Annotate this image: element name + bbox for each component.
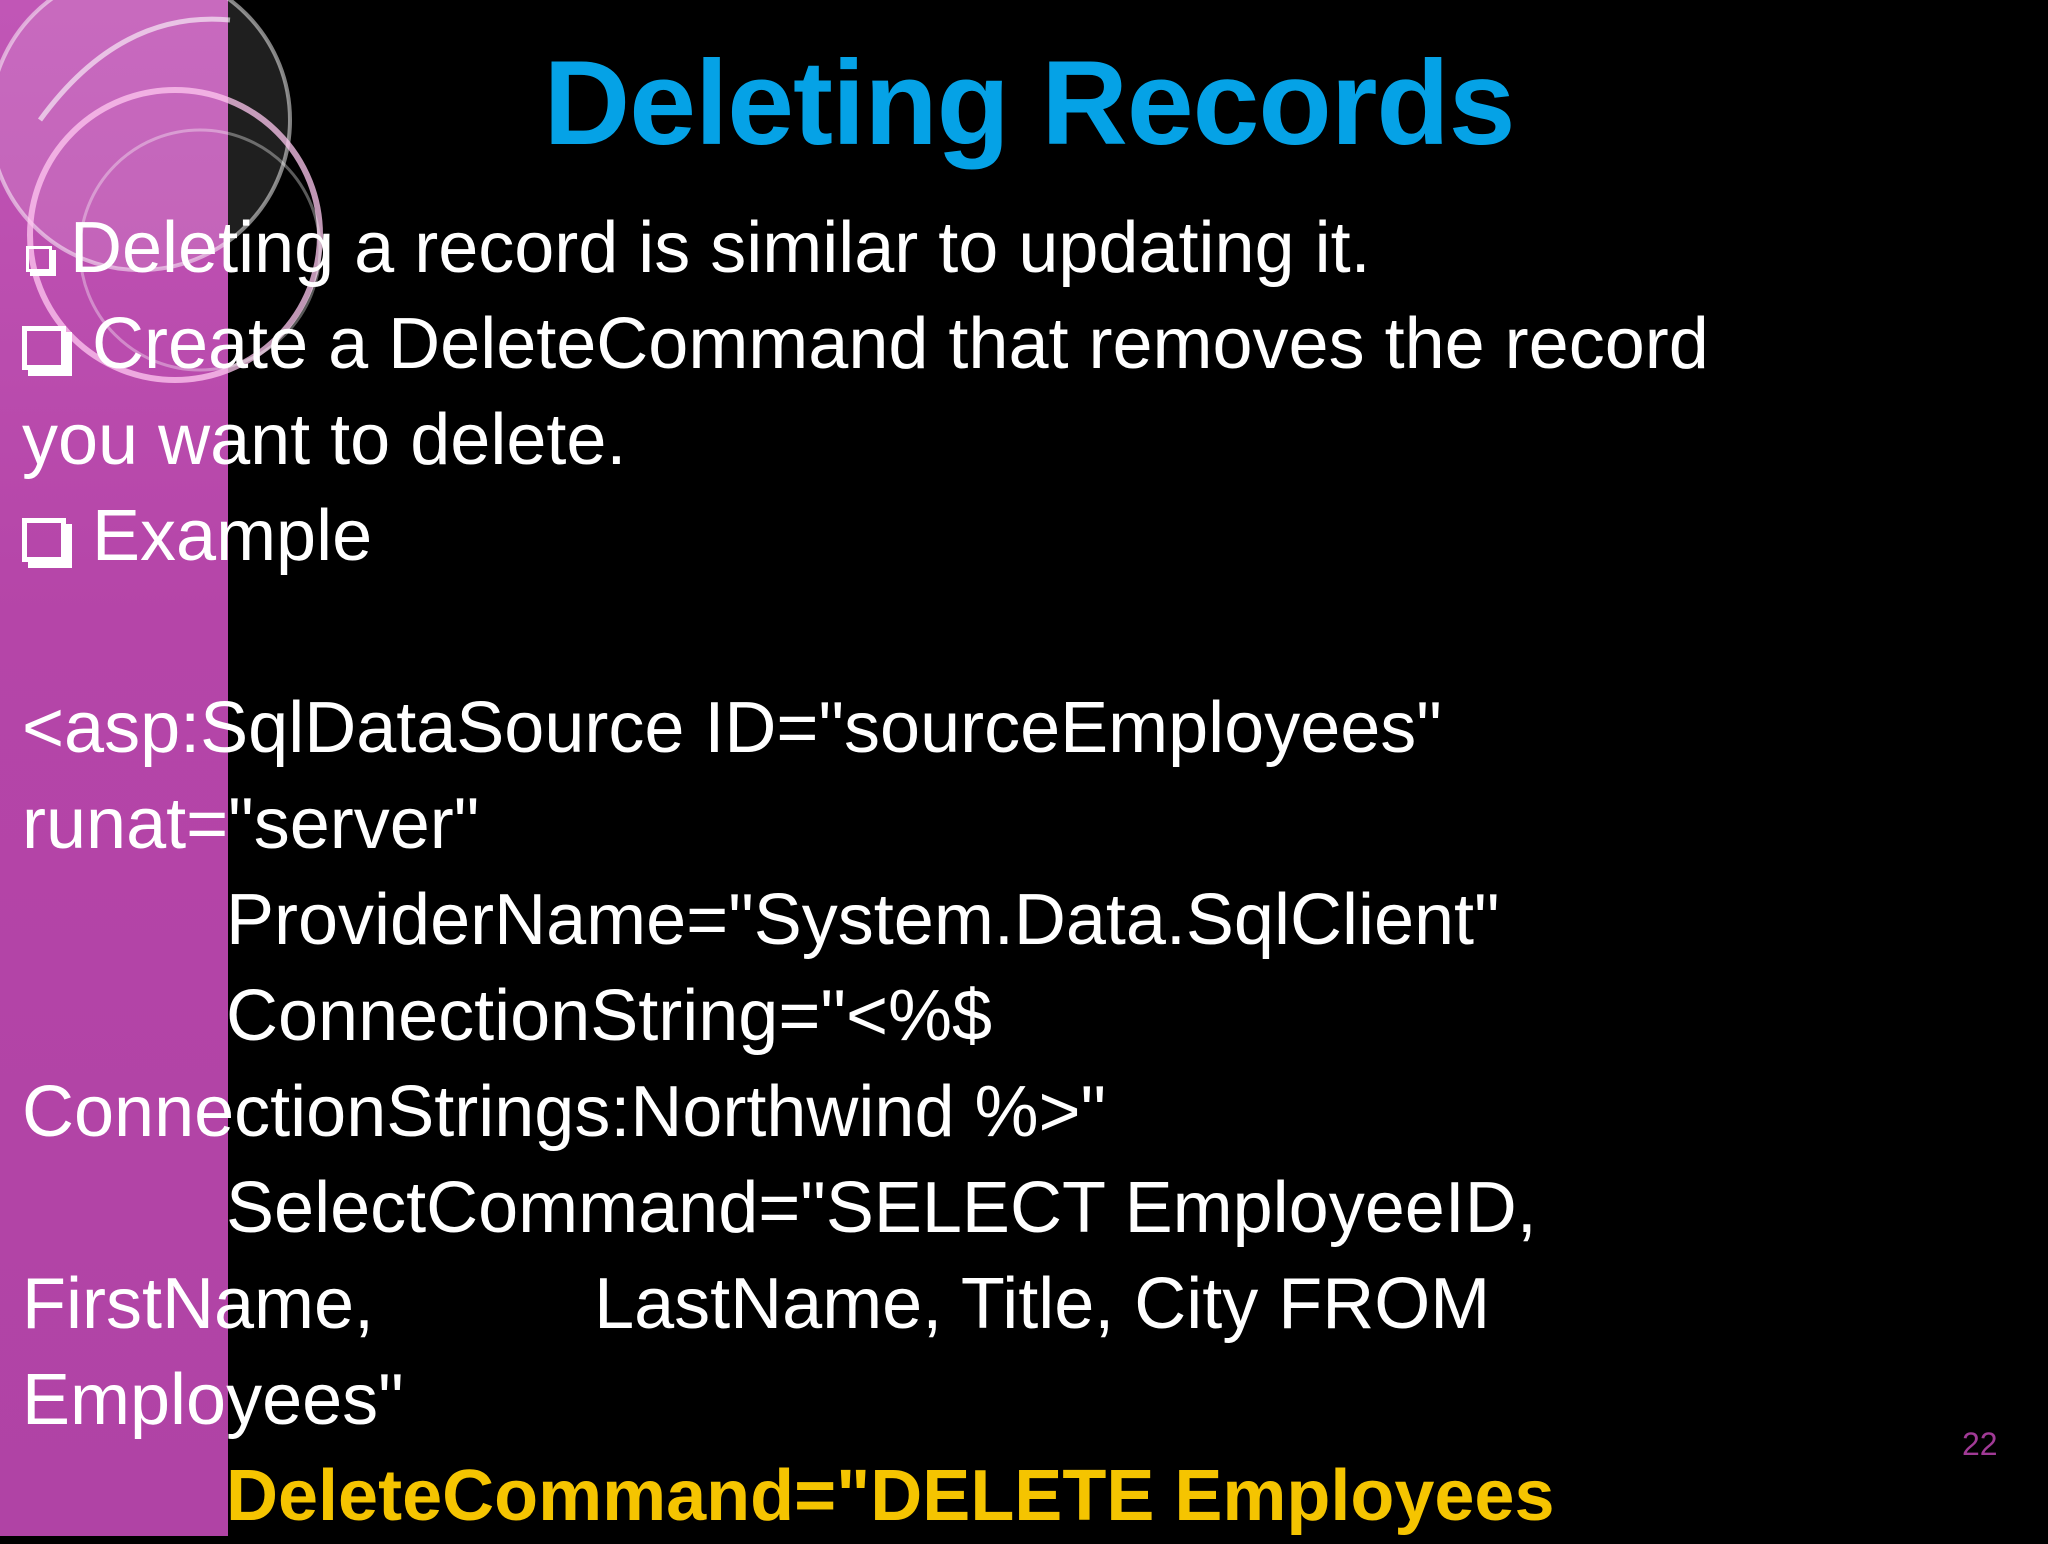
code-line: ConnectionStrings:Northwind %>" bbox=[22, 1072, 1107, 1152]
checkbox-bullet-icon bbox=[22, 518, 66, 562]
page-number: 22 bbox=[1962, 1426, 1998, 1462]
checkbox-bullet-icon bbox=[22, 326, 66, 370]
code-line-highlighted: DeleteCommand="DELETE Employees bbox=[226, 1456, 1555, 1536]
checkbox-bullet-icon bbox=[26, 246, 52, 272]
bullet-item: Deleting a record is similar to updating… bbox=[22, 200, 1982, 296]
bullet-item: Example bbox=[22, 488, 1982, 584]
bullet-continuation: you want to delete. bbox=[22, 400, 627, 480]
code-line: runat="server" bbox=[22, 784, 480, 864]
code-line: ConnectionString="<%$ bbox=[226, 976, 993, 1056]
code-line: ProviderName="System.Data.SqlClient" bbox=[226, 880, 1500, 960]
bullet-item: Create a DeleteCommand that removes the … bbox=[22, 296, 1982, 392]
code-line: <asp:SqlDataSource ID="sourceEmployees" bbox=[22, 688, 1442, 768]
code-line: Employees" bbox=[22, 1360, 404, 1440]
code-line: SelectCommand="SELECT EmployeeID, bbox=[226, 1168, 1537, 1248]
slide-title: Deleting Records bbox=[543, 36, 1516, 170]
slide-body: Deleting a record is similar to updating… bbox=[22, 200, 1982, 1544]
code-line: FirstName, LastName, Title, City FROM bbox=[22, 1264, 1491, 1344]
